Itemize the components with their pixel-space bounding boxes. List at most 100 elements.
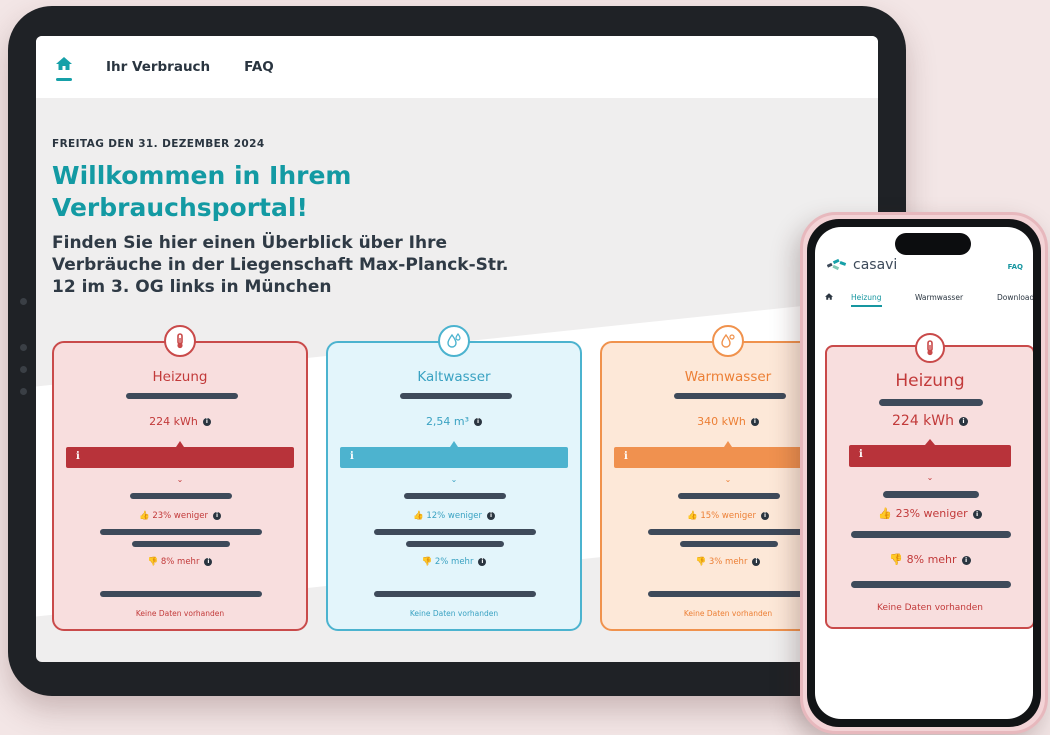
info-icon: i — [624, 451, 628, 462]
thumbs-up-icon: 👍 — [878, 507, 896, 520]
top-navigation: Ihr Verbrauch FAQ — [36, 36, 878, 98]
less-text: 12% weniger — [426, 511, 482, 521]
info-icon[interactable]: i — [959, 416, 968, 426]
consumption-value: 224 kWh i — [54, 415, 306, 428]
thumbs-up-icon: 👍 — [139, 511, 153, 521]
hero-section: FREITAG DEN 31. DEZEMBER 2024 Willkommen… — [36, 98, 878, 617]
placeholder-bar — [406, 541, 504, 547]
phone-screen: casavi FAQ Heizung Warmwasser Download H… — [815, 227, 1033, 719]
card-heizung[interactable]: Heizung 224 kWh i i ⌄ 👍 23% weniger i 👎 8%… — [52, 325, 308, 631]
info-icon[interactable]: i — [212, 511, 221, 520]
info-icon[interactable]: i — [760, 511, 769, 520]
card-kaltwasser[interactable]: Kaltwasser 2,54 m³ i i ⌄ 👍 12% weniger i 👎… — [326, 325, 582, 631]
placeholder-bar — [678, 493, 780, 499]
chevron-down-icon[interactable]: ⌄ — [328, 475, 580, 484]
info-icon[interactable]: i — [961, 555, 971, 565]
phone-card-heizung[interactable]: Heizung 224 kWh i i ⌄ 👍 23% weniger i 👎 8%… — [825, 333, 1033, 629]
more-text: 3% mehr — [708, 557, 748, 567]
comparison-more: 👎 8% mehr i — [827, 553, 1033, 566]
phone-bezel: casavi FAQ Heizung Warmwasser Download H… — [807, 219, 1041, 727]
thermometer-icon — [915, 333, 945, 363]
info-icon[interactable]: i — [204, 557, 213, 566]
placeholder-bar — [132, 541, 230, 547]
water-drops-icon — [438, 325, 470, 357]
comparison-less: 👍 12% weniger i — [328, 511, 580, 521]
placeholder-bar — [883, 491, 979, 498]
chevron-down-icon[interactable]: ⌄ — [54, 475, 306, 484]
less-text: 23% weniger — [895, 507, 968, 520]
info-icon: i — [859, 449, 863, 460]
more-text: 2% mehr — [434, 557, 474, 567]
placeholder-bar — [851, 581, 1011, 588]
home-icon[interactable] — [825, 293, 833, 302]
placeholder-bar — [404, 493, 506, 499]
phone-tabs: Heizung Warmwasser Download — [825, 293, 1033, 313]
placeholder-bar — [648, 591, 810, 597]
placeholder-bar — [126, 393, 238, 399]
comparison-more: 👎 2% mehr i — [328, 557, 580, 567]
placeholder-bar — [674, 393, 786, 399]
info-banner[interactable]: i — [849, 439, 1011, 467]
tablet-device: Ihr Verbrauch FAQ FREITAG DEN 31. DEZEMB… — [8, 6, 906, 696]
placeholder-bar — [100, 529, 262, 535]
info-icon[interactable]: i — [478, 557, 487, 566]
thermometer-icon — [164, 325, 196, 357]
tab-download[interactable]: Download — [997, 293, 1033, 302]
placeholder-bar — [680, 541, 778, 547]
chevron-down-icon[interactable]: ⌄ — [827, 473, 1033, 482]
info-icon: i — [350, 451, 354, 462]
placeholder-bar — [100, 591, 262, 597]
comparison-less: 👍 23% weniger i — [827, 507, 1033, 520]
home-icon[interactable] — [56, 53, 74, 81]
placeholder-bar — [879, 399, 983, 406]
value-text: 2,54 m³ — [425, 415, 470, 428]
card-title: Heizung — [152, 369, 208, 385]
consumption-cards: Heizung 224 kWh i i ⌄ 👍 23% weniger i 👎 8%… — [52, 325, 878, 631]
thumbs-down-icon: 👎 — [695, 557, 709, 567]
info-banner[interactable]: i — [340, 441, 568, 468]
consumption-value: 2,54 m³ i — [328, 415, 580, 428]
thumbs-down-icon: 👎 — [147, 557, 161, 567]
no-data-note: Keine Daten vorhanden — [409, 609, 499, 618]
nav-faq[interactable]: FAQ — [244, 59, 274, 75]
thumbs-down-icon: 👎 — [889, 553, 907, 566]
comparison-more: 👎 8% mehr i — [54, 557, 306, 567]
info-icon[interactable]: i — [972, 509, 982, 519]
tab-warmwasser[interactable]: Warmwasser — [915, 293, 963, 302]
placeholder-bar — [130, 493, 232, 499]
logo-mark-icon — [827, 258, 847, 271]
card-title: Heizung — [895, 371, 965, 391]
hot-water-drops-icon — [712, 325, 744, 357]
nav-ihr-verbrauch[interactable]: Ihr Verbrauch — [106, 59, 210, 75]
phone-faq-link[interactable]: FAQ — [1008, 263, 1023, 271]
dynamic-island — [895, 233, 971, 255]
card-title: Kaltwasser — [417, 369, 491, 385]
info-banner[interactable]: i — [66, 441, 294, 468]
current-date: FREITAG DEN 31. DEZEMBER 2024 — [52, 138, 265, 150]
value-text: 340 kWh — [697, 415, 746, 428]
casavi-logo[interactable]: casavi — [827, 257, 897, 273]
consumption-value: 224 kWh i — [827, 413, 1033, 429]
info-icon[interactable]: i — [202, 418, 211, 426]
placeholder-bar — [400, 393, 512, 399]
more-text: 8% mehr — [906, 553, 957, 566]
info-icon[interactable]: i — [486, 511, 495, 520]
info-icon[interactable]: i — [752, 557, 761, 566]
placeholder-bar — [648, 529, 810, 535]
tablet-screen: Ihr Verbrauch FAQ FREITAG DEN 31. DEZEMB… — [36, 36, 878, 662]
placeholder-bar — [851, 531, 1011, 538]
tab-heizung[interactable]: Heizung — [851, 293, 882, 307]
info-icon[interactable]: i — [750, 418, 759, 426]
comparison-less: 👍 23% weniger i — [54, 511, 306, 521]
page-subtitle: Finden Sie hier einen Überblick über Ihr… — [52, 233, 509, 297]
thumbs-down-icon: 👎 — [421, 557, 435, 567]
less-text: 23% weniger — [152, 511, 208, 521]
info-icon: i — [76, 451, 80, 462]
no-data-note: Keine Daten vorhanden — [877, 603, 983, 613]
info-icon[interactable]: i — [474, 418, 483, 426]
tablet-sensor-dot — [20, 366, 27, 373]
more-text: 8% mehr — [160, 557, 200, 567]
placeholder-bar — [374, 529, 536, 535]
phone-device: casavi FAQ Heizung Warmwasser Download H… — [800, 212, 1048, 734]
less-text: 15% weniger — [700, 511, 756, 521]
